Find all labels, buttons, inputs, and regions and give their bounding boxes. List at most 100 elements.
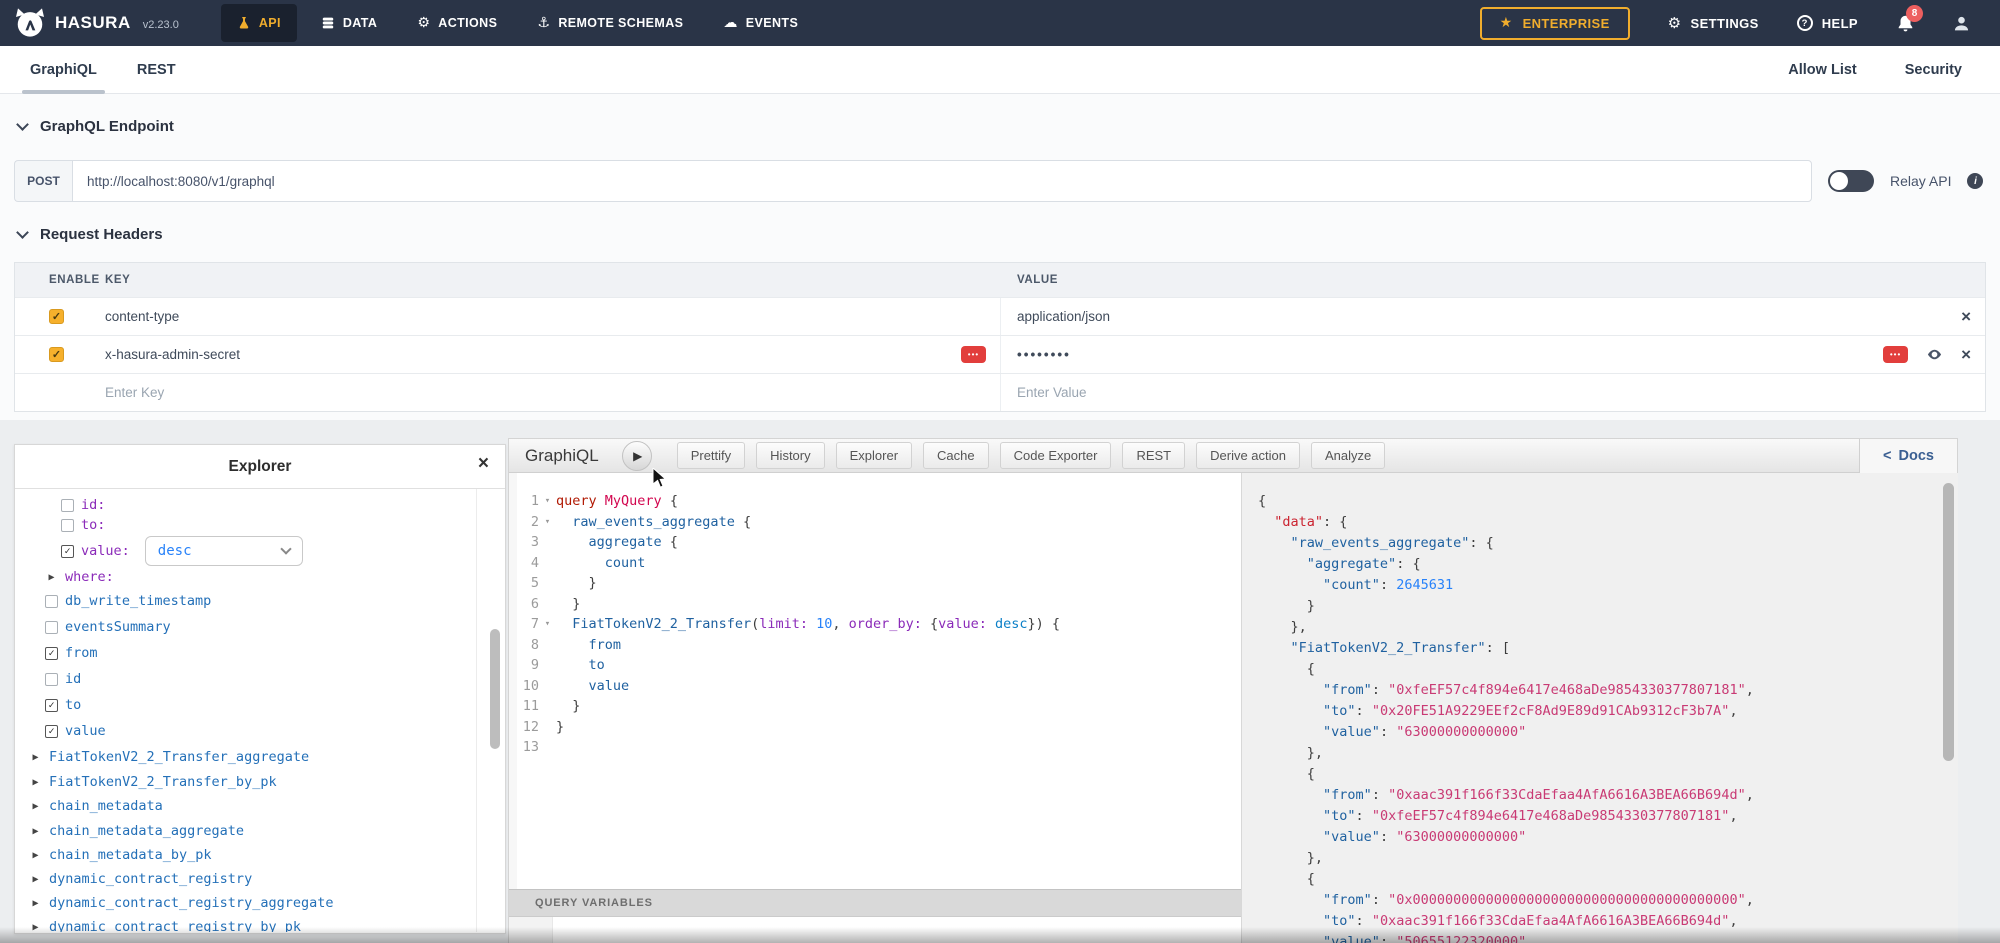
toolbar-history-button[interactable]: History xyxy=(756,442,824,469)
remove-header-icon[interactable] xyxy=(1961,308,1971,325)
header-key[interactable]: content-type xyxy=(105,309,179,324)
masked-badge-icon[interactable] xyxy=(1883,346,1908,363)
variables-gutter xyxy=(509,917,553,943)
nav-item-data[interactable]: DATA xyxy=(305,4,393,42)
header-value[interactable]: •••••••• xyxy=(1017,347,1071,362)
toolbar-prettify-button[interactable]: Prettify xyxy=(677,442,745,469)
help-button[interactable]: HELP xyxy=(1797,15,1858,31)
toolbar-code-exporter-button[interactable]: Code Exporter xyxy=(1000,442,1112,469)
chevron-down-icon xyxy=(16,226,29,239)
expand-arrow-icon[interactable] xyxy=(29,922,42,933)
query-variables-editor[interactable] xyxy=(509,917,1241,943)
field-checkbox[interactable] xyxy=(45,595,58,608)
explorer-item-eventssummary[interactable]: eventsSummary xyxy=(45,617,171,637)
expand-arrow-icon[interactable] xyxy=(29,874,42,885)
explorer-item-dynamic-contract-registry-aggregate[interactable]: dynamic_contract_registry_aggregate xyxy=(29,893,333,913)
explorer-item-dynamic-contract-registry-by-pk[interactable]: dynamic_contract_registry_by_pk xyxy=(29,917,301,932)
nav-item-actions[interactable]: ⚙ACTIONS xyxy=(401,4,513,42)
explorer-item-id[interactable]: id: xyxy=(61,495,105,515)
response-scrollbar[interactable] xyxy=(1943,483,1954,761)
expand-arrow-icon[interactable] xyxy=(29,752,42,763)
relay-api-toggle[interactable] xyxy=(1828,170,1874,192)
notifications-button[interactable]: 8 xyxy=(1896,14,1915,33)
remove-header-icon[interactable] xyxy=(1961,346,1971,363)
fold-arrow-icon[interactable]: ▾ xyxy=(539,491,556,512)
graphql-endpoint-section-header[interactable]: GraphQL Endpoint xyxy=(18,118,174,135)
explorer-item-chain-metadata-aggregate[interactable]: chain_metadata_aggregate xyxy=(29,821,244,841)
value-input-placeholder[interactable]: Enter Value xyxy=(1017,385,1087,400)
new-header-row: Enter Key Enter Value xyxy=(15,373,1985,411)
field-checkbox[interactable] xyxy=(45,725,58,738)
query-editor[interactable]: 1▾query MyQuery {2▾ raw_events_aggregate… xyxy=(509,473,1241,889)
explorer-scrollbar[interactable] xyxy=(490,629,500,749)
docs-button[interactable]: Docs xyxy=(1859,439,1957,473)
expand-arrow-icon[interactable] xyxy=(29,850,42,861)
toolbar-explorer-button[interactable]: Explorer xyxy=(836,442,912,469)
field-checkbox[interactable] xyxy=(45,621,58,634)
toolbar-rest-button[interactable]: REST xyxy=(1122,442,1185,469)
request-headers-section-header[interactable]: Request Headers xyxy=(18,226,163,243)
order-by-select[interactable]: desc xyxy=(145,536,303,566)
field-checkbox[interactable] xyxy=(45,673,58,686)
field-checkbox[interactable] xyxy=(61,545,74,558)
link-allow-list[interactable]: Allow List xyxy=(1788,62,1856,78)
explorer-item-from[interactable]: from xyxy=(45,643,98,663)
field-checkbox[interactable] xyxy=(61,499,74,512)
tab-rest[interactable]: REST xyxy=(137,46,176,94)
fold-arrow-icon[interactable]: ▾ xyxy=(539,512,556,533)
endpoint-url-input[interactable]: http://localhost:8080/v1/graphql xyxy=(72,160,1812,202)
navbar: HASURA v2.23.0 API DATA⚙ACTIONS⚓REMOTE SC… xyxy=(0,0,2000,46)
link-security[interactable]: Security xyxy=(1905,62,1962,78)
tab-graphiql[interactable]: GraphiQL xyxy=(30,46,97,94)
info-icon[interactable] xyxy=(1967,173,1983,189)
toolbar-derive-action-button[interactable]: Derive action xyxy=(1196,442,1300,469)
brand[interactable]: HASURA v2.23.0 xyxy=(14,7,179,39)
nav-item-api[interactable]: API xyxy=(221,4,297,42)
header-key[interactable]: x-hasura-admin-secret xyxy=(105,347,240,362)
enable-checkbox[interactable] xyxy=(49,347,64,362)
explorer-item-db-write-timestamp[interactable]: db_write_timestamp xyxy=(45,591,211,611)
close-icon[interactable] xyxy=(478,454,489,473)
field-checkbox[interactable] xyxy=(45,647,58,660)
expand-arrow-icon[interactable] xyxy=(29,826,42,837)
masked-badge-icon[interactable] xyxy=(961,346,986,363)
expand-arrow-icon[interactable] xyxy=(29,898,42,909)
nav-item-events[interactable]: ☁EVENTS xyxy=(707,4,814,42)
toolbar-cache-button[interactable]: Cache xyxy=(923,442,989,469)
chevron-left-icon xyxy=(1883,448,1891,464)
explorer-item-value[interactable]: value xyxy=(45,721,106,741)
explorer-item-chain-metadata[interactable]: chain_metadata xyxy=(29,796,163,816)
field-checkbox[interactable] xyxy=(61,519,74,532)
enterprise-button[interactable]: ENTERPRISE xyxy=(1480,7,1630,40)
expand-arrow-icon[interactable] xyxy=(45,572,58,583)
explorer-item-where[interactable]: where: xyxy=(45,567,114,587)
explorer-item-value[interactable]: value:desc xyxy=(61,541,303,561)
response-line: { xyxy=(1258,764,1958,785)
explorer-item-fiattokenv2-2-transfer-aggregate[interactable]: FiatTokenV2_2_Transfer_aggregate xyxy=(29,747,309,767)
explorer-item-to[interactable]: to: xyxy=(61,515,105,535)
explorer-item-id[interactable]: id xyxy=(45,669,81,689)
explorer-item-to[interactable]: to xyxy=(45,695,81,715)
response-line: "from": "0xfeEF57c4f894e6417e468aDe98543… xyxy=(1258,680,1958,701)
explorer-item-fiattokenv2-2-transfer-by-pk[interactable]: FiatTokenV2_2_Transfer_by_pk xyxy=(29,772,277,792)
explorer-item-chain-metadata-by-pk[interactable]: chain_metadata_by_pk xyxy=(29,845,212,865)
field-checkbox[interactable] xyxy=(45,699,58,712)
header-value[interactable]: application/json xyxy=(1017,309,1110,324)
explorer-item-dynamic-contract-registry[interactable]: dynamic_contract_registry xyxy=(29,869,252,889)
field-label: value: xyxy=(81,543,130,559)
query-variables-bar[interactable]: QUERY VARIABLES xyxy=(509,889,1241,917)
nav-item-remote-schemas[interactable]: ⚓REMOTE SCHEMAS xyxy=(521,4,699,42)
response-line: "value": "50655122320000" xyxy=(1258,932,1958,943)
settings-button[interactable]: SETTINGS xyxy=(1668,16,1759,31)
execute-query-button[interactable] xyxy=(622,441,652,471)
expand-arrow-icon[interactable] xyxy=(29,801,42,812)
eye-icon[interactable] xyxy=(1926,346,1943,363)
enable-checkbox[interactable] xyxy=(49,309,64,324)
nav-item-label: API xyxy=(259,16,281,30)
user-menu-button[interactable] xyxy=(1953,15,1970,32)
fold-arrow-icon[interactable]: ▾ xyxy=(539,614,556,635)
key-input-placeholder[interactable]: Enter Key xyxy=(105,385,164,400)
toolbar-analyze-button[interactable]: Analyze xyxy=(1311,442,1385,469)
expand-arrow-icon[interactable] xyxy=(29,777,42,788)
toggle-knob xyxy=(1830,172,1848,190)
